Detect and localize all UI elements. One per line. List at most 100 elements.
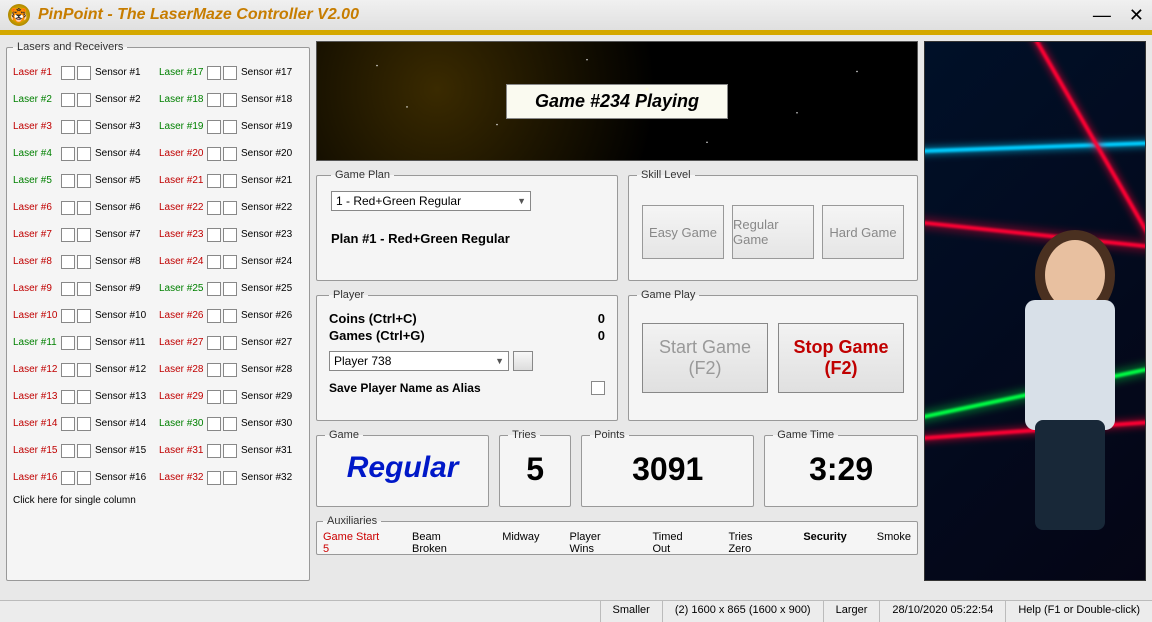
laser-checkbox[interactable] — [207, 363, 221, 377]
save-alias-checkbox[interactable] — [591, 381, 605, 395]
sensor-label: Sensor #14 — [95, 418, 146, 429]
aux-item[interactable]: Tries Zero — [728, 531, 773, 555]
sensor-checkbox[interactable] — [223, 390, 237, 404]
sensor-checkbox[interactable] — [77, 93, 91, 107]
laser-checkbox[interactable] — [207, 390, 221, 404]
aux-item[interactable]: Timed Out — [652, 531, 698, 555]
laser-row: Laser #7Sensor #7 — [13, 221, 157, 248]
stop-game-button[interactable]: Stop Game(F2) — [778, 323, 904, 393]
gameplan-select[interactable]: 1 - Red+Green Regular ▼ — [331, 191, 531, 211]
aux-item[interactable]: Beam Broken — [412, 531, 472, 555]
sensor-checkbox[interactable] — [77, 255, 91, 269]
aux-item[interactable]: Player Wins — [570, 531, 623, 555]
laser-checkbox[interactable] — [61, 120, 75, 134]
smaller-button[interactable]: Smaller — [600, 601, 662, 622]
sensor-checkbox[interactable] — [77, 174, 91, 188]
sensor-checkbox[interactable] — [223, 336, 237, 350]
sensor-checkbox[interactable] — [223, 471, 237, 485]
laser-checkbox[interactable] — [207, 201, 221, 215]
laser-checkbox[interactable] — [61, 228, 75, 242]
laser-checkbox[interactable] — [61, 201, 75, 215]
sensor-checkbox[interactable] — [223, 228, 237, 242]
laser-checkbox[interactable] — [61, 309, 75, 323]
sensor-checkbox[interactable] — [223, 93, 237, 107]
laser-row: Laser #26Sensor #26 — [159, 302, 303, 329]
laser-row: Laser #31Sensor #31 — [159, 437, 303, 464]
gametime-stat-box: Game Time 3:29 — [764, 429, 918, 507]
laser-checkbox[interactable] — [207, 471, 221, 485]
laser-checkbox[interactable] — [61, 174, 75, 188]
aux-item[interactable]: Smoke — [877, 531, 911, 555]
laser-row: Laser #20Sensor #20 — [159, 140, 303, 167]
laser-checkbox[interactable] — [207, 120, 221, 134]
aux-item[interactable]: Game Start 5 — [323, 531, 382, 555]
sensor-checkbox[interactable] — [223, 282, 237, 296]
laser-checkbox[interactable] — [207, 417, 221, 431]
laser-checkbox[interactable] — [207, 282, 221, 296]
sensor-checkbox[interactable] — [77, 120, 91, 134]
game-mode-value: Regular — [325, 451, 480, 485]
sensor-checkbox[interactable] — [77, 336, 91, 350]
sensor-checkbox[interactable] — [223, 309, 237, 323]
sensor-checkbox[interactable] — [223, 201, 237, 215]
sensor-checkbox[interactable] — [223, 174, 237, 188]
sensor-checkbox[interactable] — [77, 471, 91, 485]
laser-checkbox[interactable] — [61, 363, 75, 377]
sensor-checkbox[interactable] — [223, 147, 237, 161]
help-button[interactable]: Help (F1 or Double-click) — [1005, 601, 1152, 622]
laser-label: Laser #12 — [13, 364, 59, 375]
laser-label: Laser #30 — [159, 418, 205, 429]
laser-checkbox[interactable] — [61, 336, 75, 350]
laser-checkbox[interactable] — [207, 228, 221, 242]
laser-checkbox[interactable] — [61, 417, 75, 431]
laser-row: Laser #24Sensor #24 — [159, 248, 303, 275]
player-select[interactable]: Player 738 ▼ — [329, 351, 509, 371]
easy-game-button[interactable]: Easy Game — [642, 205, 724, 259]
laser-checkbox[interactable] — [207, 336, 221, 350]
minimize-button[interactable]: — — [1093, 5, 1111, 26]
laser-checkbox[interactable] — [61, 282, 75, 296]
close-button[interactable]: ✕ — [1129, 5, 1144, 26]
laser-checkbox[interactable] — [61, 66, 75, 80]
laser-checkbox[interactable] — [207, 93, 221, 107]
laser-checkbox[interactable] — [61, 444, 75, 458]
laser-checkbox[interactable] — [207, 147, 221, 161]
laser-checkbox[interactable] — [61, 390, 75, 404]
laser-row: Laser #3Sensor #3 — [13, 113, 157, 140]
larger-button[interactable]: Larger — [823, 601, 880, 622]
sensor-checkbox[interactable] — [223, 363, 237, 377]
sensor-checkbox[interactable] — [77, 363, 91, 377]
laser-label: Laser #4 — [13, 148, 59, 159]
sensor-checkbox[interactable] — [77, 417, 91, 431]
regular-game-button[interactable]: Regular Game — [732, 205, 814, 259]
laser-checkbox[interactable] — [207, 255, 221, 269]
laser-checkbox[interactable] — [61, 147, 75, 161]
sensor-checkbox[interactable] — [77, 390, 91, 404]
sensor-checkbox[interactable] — [77, 201, 91, 215]
sensor-checkbox[interactable] — [77, 66, 91, 80]
laser-checkbox[interactable] — [61, 471, 75, 485]
sensor-checkbox[interactable] — [223, 417, 237, 431]
laser-checkbox[interactable] — [207, 444, 221, 458]
player-add-button[interactable] — [513, 351, 533, 371]
single-column-toggle[interactable]: Click here for single column — [13, 495, 303, 506]
sensor-checkbox[interactable] — [77, 444, 91, 458]
sensor-checkbox[interactable] — [77, 282, 91, 296]
hard-game-button[interactable]: Hard Game — [822, 205, 904, 259]
aux-item[interactable]: Midway — [502, 531, 539, 555]
laser-checkbox[interactable] — [207, 309, 221, 323]
sensor-checkbox[interactable] — [223, 444, 237, 458]
sensor-checkbox[interactable] — [77, 309, 91, 323]
laser-checkbox[interactable] — [61, 255, 75, 269]
laser-checkbox[interactable] — [61, 93, 75, 107]
sensor-checkbox[interactable] — [77, 147, 91, 161]
laser-label: Laser #29 — [159, 391, 205, 402]
sensor-checkbox[interactable] — [223, 66, 237, 80]
start-game-button[interactable]: Start Game(F2) — [642, 323, 768, 393]
sensor-checkbox[interactable] — [77, 228, 91, 242]
sensor-checkbox[interactable] — [223, 255, 237, 269]
aux-item[interactable]: Security — [803, 531, 846, 555]
sensor-checkbox[interactable] — [223, 120, 237, 134]
laser-checkbox[interactable] — [207, 66, 221, 80]
laser-checkbox[interactable] — [207, 174, 221, 188]
